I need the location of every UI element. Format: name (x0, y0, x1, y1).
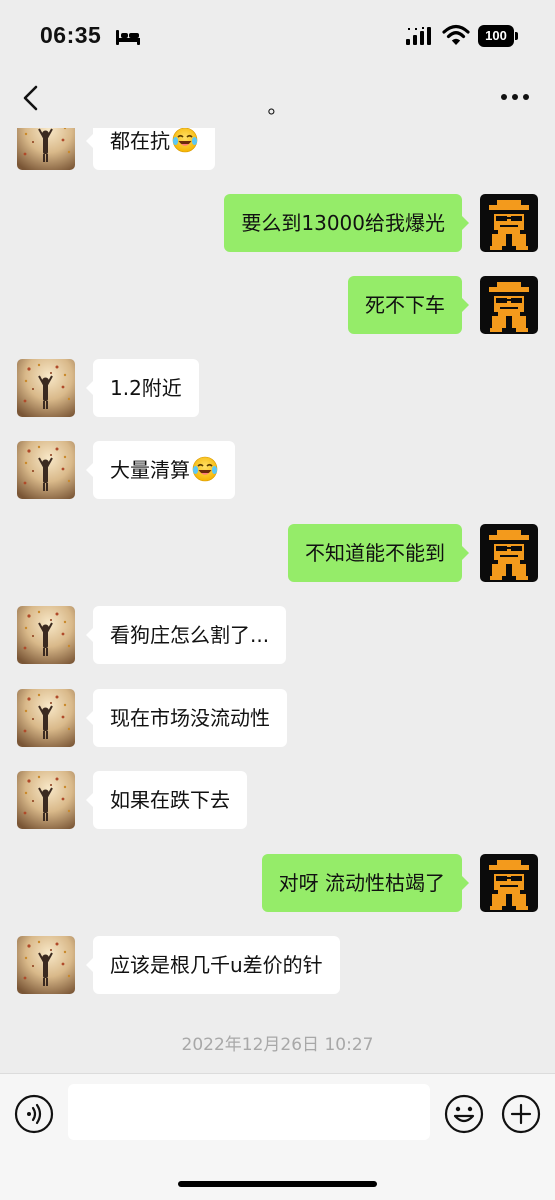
emoji-picker-icon[interactable] (444, 1094, 484, 1134)
message-row: 对呀 流动性枯竭了 (0, 854, 555, 912)
message-text: 1.2附近 (110, 376, 182, 400)
nav-bar: 。 (0, 70, 555, 128)
message-bubble[interactable]: 死不下车 (348, 276, 469, 334)
battery-level: 100 (478, 25, 514, 47)
message-bubble[interactable]: 现在市场没流动性 (86, 689, 287, 747)
battery-indicator: 100 (478, 25, 518, 47)
my-avatar[interactable] (480, 194, 538, 252)
message-text: 应该是根几千u差价的针 (110, 953, 323, 977)
message-bubble[interactable]: 1.2附近 (86, 359, 199, 417)
message-row: 大量清算 (0, 441, 555, 499)
message-row: 1.2附近 (0, 359, 555, 417)
message-text: 都在抗 (110, 129, 170, 153)
more-options-icon[interactable] (500, 92, 530, 102)
voice-input-icon[interactable] (14, 1094, 54, 1134)
contact-avatar[interactable] (17, 441, 75, 499)
message-text: 大量清算 (110, 458, 190, 482)
status-time: 06:35 (40, 22, 102, 48)
message-text: 对呀 流动性枯竭了 (278, 871, 445, 895)
contact-avatar[interactable] (17, 606, 75, 664)
message-row: 死不下车 (0, 276, 555, 334)
message-bubble[interactable]: 都在抗 (86, 128, 215, 170)
status-bar: 06:35 100 (0, 0, 555, 70)
message-row: 看狗庄怎么割了... (0, 606, 555, 664)
message-text: 现在市场没流动性 (110, 706, 270, 730)
cellular-signal-icon (406, 27, 431, 45)
message-bubble[interactable]: 应该是根几千u差价的针 (86, 936, 340, 994)
contact-avatar[interactable] (17, 128, 75, 170)
contact-avatar[interactable] (17, 689, 75, 747)
message-row: 如果在跌下去 (0, 771, 555, 829)
crying-laughing-emoji-icon (192, 456, 218, 482)
message-row: 应该是根几千u差价的针 (0, 936, 555, 994)
contact-avatar[interactable] (17, 771, 75, 829)
message-text: 如果在跌下去 (110, 788, 230, 812)
message-bubble[interactable]: 看狗庄怎么割了... (85, 606, 287, 664)
message-timestamp: 2022年12月26日 10:27 (181, 1035, 374, 1055)
my-avatar[interactable] (480, 854, 538, 912)
chat-area[interactable]: 都在抗 要么到13000给我爆光 死不下车 1.2附近 大量清算 不知道能不能到… (0, 128, 555, 1073)
home-indicator[interactable] (178, 1181, 377, 1187)
message-row: 现在市场没流动性 (0, 689, 555, 747)
message-text: 看狗庄怎么割了... (110, 623, 270, 647)
add-attachment-icon[interactable] (501, 1094, 541, 1134)
crying-laughing-emoji-icon (172, 128, 198, 153)
message-bubble[interactable]: 如果在跌下去 (86, 771, 247, 829)
message-text: 要么到13000给我爆光 (241, 211, 445, 235)
sleep-focus-icon (116, 30, 140, 45)
message-input[interactable] (68, 1084, 430, 1140)
message-bubble[interactable]: 要么到13000给我爆光 (224, 194, 469, 252)
message-text: 不知道能不能到 (305, 541, 445, 565)
message-row: 都在抗 (0, 128, 555, 170)
contact-avatar[interactable] (17, 359, 75, 417)
message-bubble[interactable]: 大量清算 (86, 441, 235, 499)
wifi-icon (442, 24, 470, 45)
message-bubble[interactable]: 不知道能不能到 (288, 524, 469, 582)
my-avatar[interactable] (480, 524, 538, 582)
message-row: 要么到13000给我爆光 (0, 194, 555, 252)
my-avatar[interactable] (480, 276, 538, 334)
battery-tip (515, 32, 518, 40)
message-bubble[interactable]: 对呀 流动性枯竭了 (261, 854, 470, 912)
message-text: 死不下车 (365, 293, 445, 317)
message-row: 不知道能不能到 (0, 524, 555, 582)
contact-avatar[interactable] (17, 936, 75, 994)
chat-title: 。 (267, 94, 288, 118)
